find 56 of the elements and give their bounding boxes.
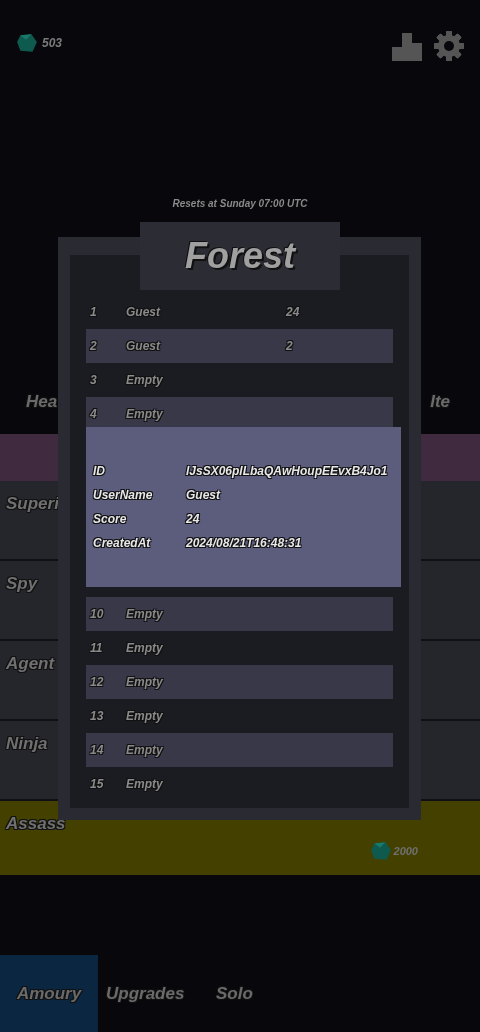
item-name: Superi [6,494,59,513]
column-heading: Hea [26,391,58,413]
rank: 1 [90,304,98,321]
rank: 13 [90,708,105,725]
leaderboard-row[interactable]: 15 Empty [86,767,393,801]
leaderboard-row[interactable]: 13 Empty [86,699,393,733]
rank: 4 [90,406,98,423]
currency-amount: 503 [42,35,63,52]
player-name: Empty [126,708,164,725]
leaderboard-title: Forest [185,234,295,278]
item-name: Agent [6,654,55,673]
player-name: Empty [126,674,164,691]
leaderboard-row[interactable]: 1 Guest 24 [86,295,393,329]
leaderboard-row[interactable]: 3 Empty [86,363,393,397]
player-name: Empty [126,372,164,389]
detail-value: 24 [186,511,200,528]
tab[interactable]: Solo [208,955,318,1032]
detail-label: CreatedAt [93,535,152,552]
player-name: Guest [126,304,162,321]
player-name: Empty [126,776,164,793]
leaderboard-row[interactable]: 11 Empty [86,631,393,665]
rank: 2 [90,338,98,355]
detail-label: Score [93,511,128,528]
item-name: Assass [6,814,66,833]
rank: 15 [90,776,105,793]
detail-value: 2024/08/21T16:48:31 [186,535,302,552]
leaderboard-row[interactable]: 14 Empty [86,733,393,767]
rank: 11 [90,640,104,657]
rank: 10 [90,606,105,623]
leaderboard-row[interactable]: 12 Empty [86,665,393,699]
player-name: Empty [126,406,164,423]
detail-value: lJsSX06plLbaQAwHoupEEvxB4Jo1 [186,463,388,480]
item-name: Ninja [6,734,48,753]
player-name: Empty [126,640,164,657]
item-name: Spy [6,574,38,593]
detail-value: Guest [186,487,220,504]
leaderboard-row[interactable]: 10 Empty [86,597,393,631]
rank: 3 [90,372,98,389]
score: 2 [286,338,293,355]
leaderboard-row[interactable]: 2 Guest 2 [86,329,393,363]
tab[interactable]: Amoury [0,955,98,1032]
player-name: Empty [126,742,164,759]
detail-label: UserName [93,487,154,504]
tab[interactable]: Upgrades [98,955,208,1032]
gem-icon [369,841,392,861]
rank: 14 [90,742,105,759]
rank: 12 [90,674,105,691]
player-name: Empty [126,606,164,623]
podium-icon[interactable] [392,31,422,61]
score: 24 [286,304,300,321]
item-price: 2000 [393,843,418,859]
column-heading: Ite [430,391,450,413]
player-name: Guest [126,338,162,355]
reset-note: Resets at Sunday 07:00 UTC [172,197,308,211]
gem-icon [16,33,38,53]
detail-label: ID [93,463,106,480]
